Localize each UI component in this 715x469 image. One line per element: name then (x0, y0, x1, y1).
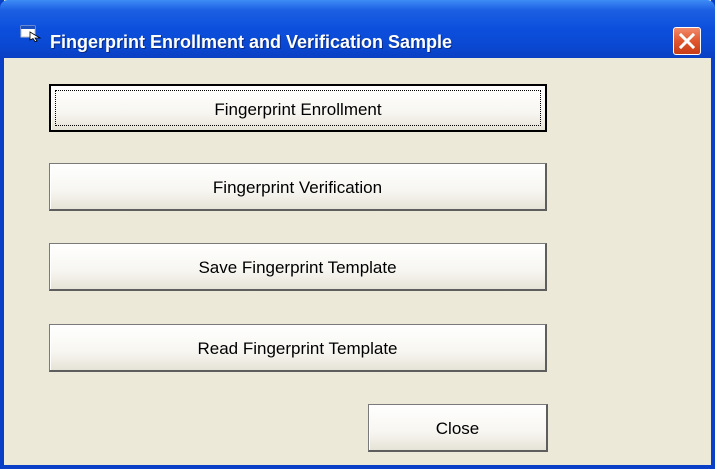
app-window-icon (20, 24, 42, 42)
fingerprint-enrollment-button[interactable]: Fingerprint Enrollment (49, 84, 547, 132)
read-fingerprint-template-button[interactable]: Read Fingerprint Template (49, 324, 547, 372)
fingerprint-verification-label: Fingerprint Verification (212, 178, 383, 197)
read-fingerprint-template-label: Read Fingerprint Template (197, 339, 398, 358)
window-close-button[interactable] (673, 27, 701, 55)
dialog-window: Fingerprint Enrollment and Verification … (0, 0, 715, 469)
title-bar[interactable]: Fingerprint Enrollment and Verification … (0, 0, 715, 58)
fingerprint-verification-button[interactable]: Fingerprint Verification (49, 163, 547, 211)
window-title: Fingerprint Enrollment and Verification … (50, 32, 453, 52)
close-button[interactable]: Close (368, 404, 548, 452)
save-fingerprint-template-label: Save Fingerprint Template (198, 258, 397, 277)
save-fingerprint-template-button[interactable]: Save Fingerprint Template (49, 243, 547, 291)
close-button-label: Close (435, 419, 480, 438)
fingerprint-enrollment-label: Fingerprint Enrollment (214, 100, 382, 119)
